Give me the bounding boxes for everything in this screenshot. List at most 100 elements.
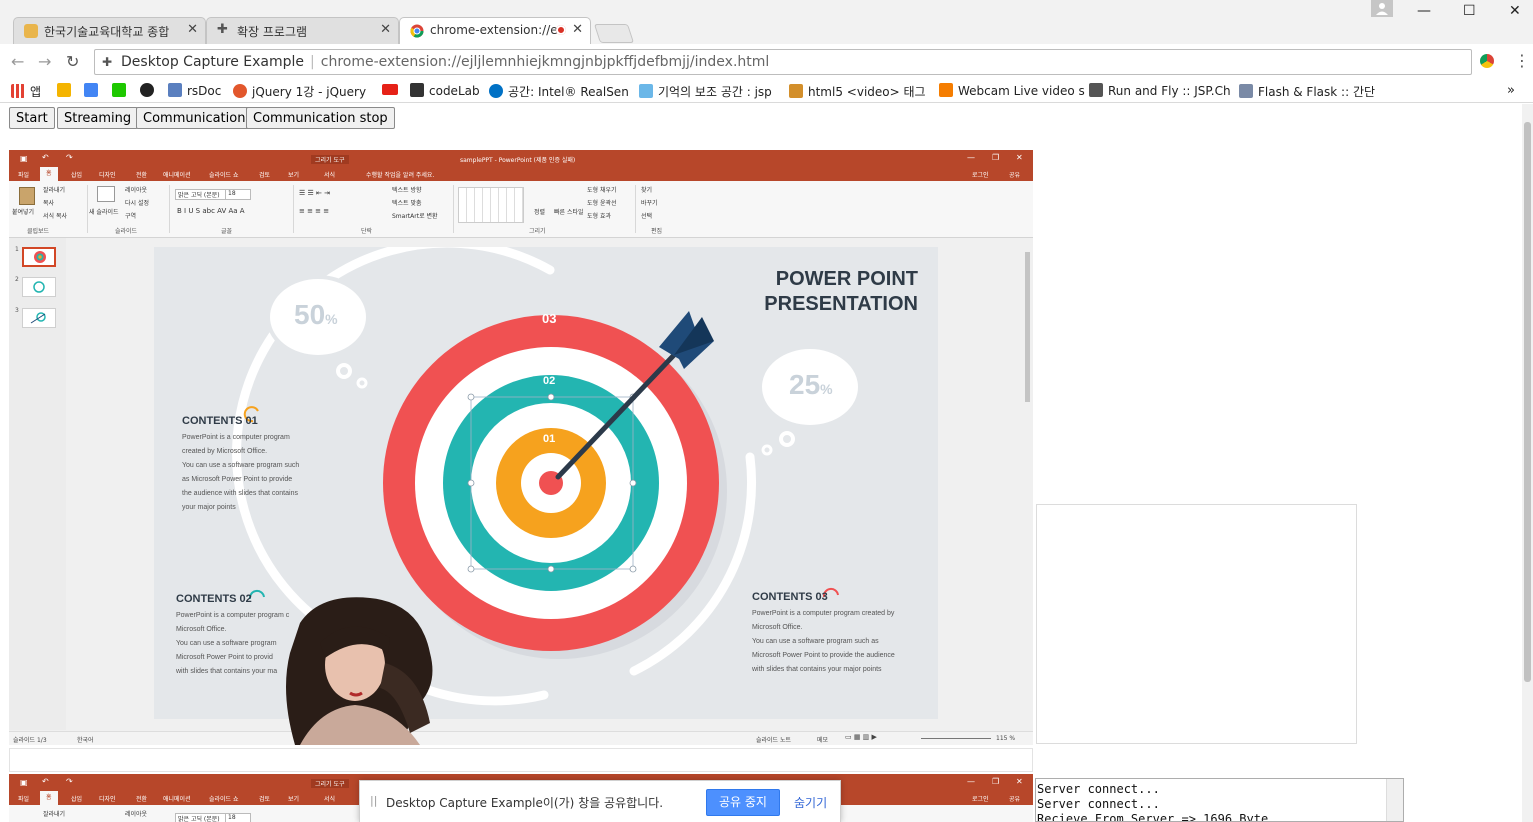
profile-icon[interactable] bbox=[1371, 0, 1393, 17]
ppt-ribbon: 붙여넣기 잘라내기 복사 서식 복사 클립보드 새 슬라이드 레이아웃 다시 설… bbox=[9, 181, 1033, 238]
select-label: 선택 bbox=[641, 213, 653, 220]
contents-03: CONTENTS 03 PowerPoint is a computer pro… bbox=[752, 591, 932, 677]
contents-title: CONTENTS 03 bbox=[752, 591, 828, 603]
tab-close-icon[interactable]: ✕ bbox=[572, 22, 583, 37]
tab-capture[interactable]: chrome-extension://e ✕ bbox=[399, 17, 591, 44]
smartart-label: SmartArt로 변환 bbox=[392, 213, 438, 220]
contents-line: PowerPoint is a computer program bbox=[182, 434, 290, 441]
bookmark-naver[interactable] bbox=[112, 83, 131, 98]
share-label: 공유 bbox=[1009, 172, 1021, 179]
heading-line1: POWER POINT bbox=[775, 268, 918, 290]
bookmark-rsdoc[interactable]: rsDoc bbox=[168, 83, 221, 98]
start-button[interactable]: Start bbox=[9, 107, 55, 129]
bubble-right-value: 25% bbox=[789, 369, 833, 401]
group-editing: 편집 bbox=[651, 228, 663, 235]
maximize-icon[interactable]: ☐ bbox=[1463, 3, 1476, 19]
menu-slideshow: 슬라이드 쇼 bbox=[209, 796, 239, 803]
bubble-right-number: 25 bbox=[789, 369, 821, 400]
share-label: 공유 bbox=[1009, 796, 1021, 803]
tab-close-icon[interactable]: ✕ bbox=[187, 22, 198, 37]
save-icon: ▣ bbox=[20, 154, 28, 163]
communication-button[interactable]: Communication bbox=[136, 107, 253, 129]
back-icon[interactable]: ← bbox=[11, 52, 24, 71]
menu-icon[interactable]: ⋮ bbox=[1514, 51, 1530, 70]
bookmark-intel[interactable]: 공간: Intel® RealSen bbox=[489, 83, 629, 100]
shape-fill-label: 도형 채우기 bbox=[587, 187, 617, 194]
font-box: 맑은 고딕 (본문) bbox=[175, 189, 227, 200]
person-icon bbox=[1239, 84, 1253, 98]
ppt-close-icon: ✕ bbox=[1016, 777, 1023, 786]
menu-review: 검토 bbox=[259, 172, 271, 179]
bookmark-youtube[interactable] bbox=[382, 83, 403, 97]
log-scrollbar[interactable] bbox=[1386, 779, 1403, 821]
site-name: Desktop Capture Example bbox=[121, 54, 305, 70]
menu-home: 홈 bbox=[40, 167, 58, 181]
menu-transitions: 전환 bbox=[136, 172, 148, 179]
bookmark-memory[interactable]: 기억의 보조 공간 : jsp bbox=[639, 83, 772, 100]
tab-close-icon[interactable]: ✕ bbox=[380, 22, 391, 37]
bookmarks-overflow-icon[interactable]: » bbox=[1507, 83, 1515, 98]
jquery-icon bbox=[233, 84, 247, 98]
translate-icon bbox=[84, 83, 98, 97]
hide-banner-link[interactable]: 숨기기 bbox=[794, 794, 827, 811]
list-icons: ☰ ☰ ⇤ ⇥ bbox=[299, 189, 330, 197]
bookmark-codelab[interactable]: codeLab bbox=[410, 83, 480, 98]
minimize-icon[interactable]: — bbox=[1417, 3, 1431, 19]
recording-icon bbox=[556, 25, 566, 35]
bookmark-flash-flask[interactable]: Flash & Flask :: 간단 bbox=[1239, 83, 1375, 100]
drawing-tools-label: 그리기 도구 bbox=[311, 155, 349, 164]
menu-format: 서식 bbox=[324, 172, 336, 179]
tab-extensions[interactable]: ✚ 확장 프로그램 ✕ bbox=[206, 17, 399, 44]
menu-slideshow: 슬라이드 쇼 bbox=[209, 172, 239, 179]
format-painter-label: 서식 복사 bbox=[43, 213, 67, 220]
quick-styles-label: 빠른 스타일 bbox=[554, 209, 584, 216]
ring-middle-label: 02 bbox=[543, 375, 556, 387]
bookmark-jquery[interactable]: jQuery 1강 - jQuery bbox=[233, 83, 366, 100]
menu-view: 보기 bbox=[288, 172, 300, 179]
bookmark-webcam[interactable]: Webcam Live video s bbox=[939, 83, 1085, 98]
bookmark-translate[interactable] bbox=[84, 83, 103, 98]
contents-line: PowerPoint is a computer program created… bbox=[752, 610, 895, 617]
align-icons: ≡ ≡ ≡ ≡ bbox=[299, 207, 330, 215]
new-slide-label: 새 슬라이드 bbox=[89, 209, 119, 216]
bookmark-html5-video[interactable]: html5 <video> 태그 bbox=[789, 83, 926, 100]
bookmark-apps[interactable]: 앱 bbox=[11, 83, 41, 100]
reload-icon[interactable]: ↻ bbox=[66, 52, 79, 71]
shapes-gallery-icon bbox=[458, 187, 524, 223]
video-spacer bbox=[9, 748, 1033, 772]
koreatech-icon bbox=[24, 24, 38, 38]
group-slides: 슬라이드 bbox=[115, 228, 138, 235]
copy-label: 복사 bbox=[43, 200, 55, 207]
drag-handle-icon[interactable]: || bbox=[370, 794, 377, 807]
forward-icon[interactable]: → bbox=[38, 52, 51, 71]
new-tab-button[interactable] bbox=[593, 24, 635, 43]
menu-animations: 애니메이션 bbox=[163, 172, 191, 179]
stop-sharing-button[interactable]: 공유 중지 bbox=[706, 789, 780, 816]
close-window-icon[interactable]: ✕ bbox=[1509, 3, 1521, 19]
contents-01: CONTENTS 01 PowerPoint is a computer pro… bbox=[182, 415, 352, 515]
contents-line: You can use a software program such bbox=[182, 462, 300, 469]
streaming-button[interactable]: Streaming bbox=[57, 107, 139, 129]
percent-sign: % bbox=[325, 311, 338, 327]
page-scrollbar[interactable] bbox=[1522, 104, 1533, 822]
bookmark-runandfly[interactable]: Run and Fly :: JSP.Ch bbox=[1089, 83, 1231, 98]
ppt-minimize-icon: — bbox=[967, 153, 975, 162]
group-paragraph: 단락 bbox=[361, 228, 373, 235]
address-bar[interactable]: ✚ Desktop Capture Example | chrome-extensi… bbox=[94, 49, 1472, 75]
text-direction-label: 텍스트 방향 bbox=[392, 187, 422, 194]
cut-label: 잘라내기 bbox=[43, 811, 66, 818]
view-buttons-icon: ▭ ▦ ▥ ▶ bbox=[845, 733, 877, 741]
contents-line: your major points bbox=[182, 504, 236, 511]
communication-stop-button[interactable]: Communication stop bbox=[246, 107, 395, 129]
separator: | bbox=[310, 54, 315, 70]
extension-icon[interactable] bbox=[1480, 54, 1494, 68]
align-text-label: 텍스트 맞춤 bbox=[392, 200, 422, 207]
tab-koreatech[interactable]: 한국기술교육대학교 종합 ✕ bbox=[13, 17, 206, 44]
ppt-maximize-icon: ❐ bbox=[992, 153, 1000, 162]
contents-line: Microsoft Office. bbox=[752, 624, 803, 631]
server-log[interactable]: Server connect... Server connect... Reciev… bbox=[1035, 778, 1404, 822]
arrange-label: 정렬 bbox=[534, 209, 546, 216]
bookmark-koreatech[interactable] bbox=[57, 83, 76, 98]
tab-strip: 한국기술교육대학교 종합 ✕ ✚ 확장 프로그램 ✕ chrome-extens… bbox=[0, 0, 1533, 44]
bookmark-github[interactable] bbox=[140, 83, 159, 98]
